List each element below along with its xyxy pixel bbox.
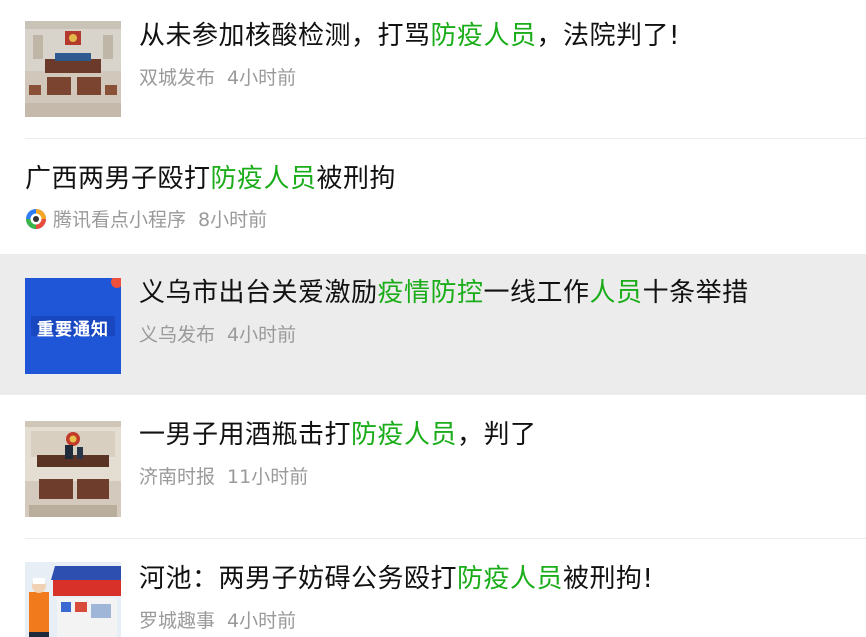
result-title[interactable]: 从未参加核酸检测，打骂防疫人员，法院判了!: [139, 19, 680, 53]
source-name: 罗城趣事: [139, 610, 216, 632]
result-meta: 腾讯看点小程序 8小时前: [25, 208, 267, 232]
source-name: 腾讯看点小程序: [53, 209, 187, 231]
result-meta: 双城发布 4小时前: [139, 66, 296, 90]
result-thumbnail[interactable]: [25, 562, 121, 637]
result-meta: 义乌发布 4小时前: [139, 323, 296, 347]
source-name: 双城发布: [139, 67, 216, 89]
result-thumbnail[interactable]: [25, 421, 121, 517]
result-item[interactable]: 一男子用酒瓶击打防疫人员，判了 济南时报 11小时前: [0, 395, 866, 539]
result-item[interactable]: 广西两男子殴打防疫人员被刑拘 腾讯看点小程序 8小时前: [0, 139, 866, 254]
result-title[interactable]: 广西两男子殴打防疫人员被刑拘: [25, 162, 396, 196]
result-thumbnail[interactable]: 重要通知: [25, 278, 121, 374]
publish-time: 11小时前: [227, 466, 309, 488]
result-thumbnail[interactable]: [25, 21, 121, 117]
publish-time: 4小时前: [227, 324, 297, 346]
publish-time: 8小时前: [198, 209, 268, 231]
result-meta: 济南时报 11小时前: [139, 465, 308, 489]
result-title[interactable]: 河池：两男子妨碍公务殴打防疫人员被刑拘!: [139, 562, 653, 596]
result-item[interactable]: 从未参加核酸检测，打骂防疫人员，法院判了! 双城发布 4小时前: [0, 0, 866, 139]
result-item-selected[interactable]: 重要通知 义乌市出台关爱激励疫情防控一线工作人员十条举措 义乌发布 4小时前: [0, 254, 866, 395]
notice-banner-text: 重要通知: [37, 320, 109, 340]
publish-time: 4小时前: [227, 610, 297, 632]
checkpoint-tent-photo-icon: [25, 562, 121, 637]
source-name: 义乌发布: [139, 324, 216, 346]
search-results-list: 从未参加核酸检测，打骂防疫人员，法院判了! 双城发布 4小时前 广西两男子殴打防疫…: [0, 0, 866, 637]
tencent-kandian-eye-icon: [26, 209, 46, 229]
source-name: 济南时报: [139, 466, 216, 488]
courtroom-photo-icon: [25, 21, 121, 117]
result-meta: 罗城趣事 4小时前: [139, 609, 296, 633]
result-item[interactable]: 河池：两男子妨碍公务殴打防疫人员被刑拘! 罗城趣事 4小时前: [0, 539, 866, 637]
courtroom-photo-icon: [25, 421, 121, 517]
result-title[interactable]: 义乌市出台关爱激励疫情防控一线工作人员十条举措: [139, 276, 749, 310]
publish-time: 4小时前: [227, 67, 297, 89]
result-title[interactable]: 一男子用酒瓶击打防疫人员，判了: [139, 418, 537, 452]
